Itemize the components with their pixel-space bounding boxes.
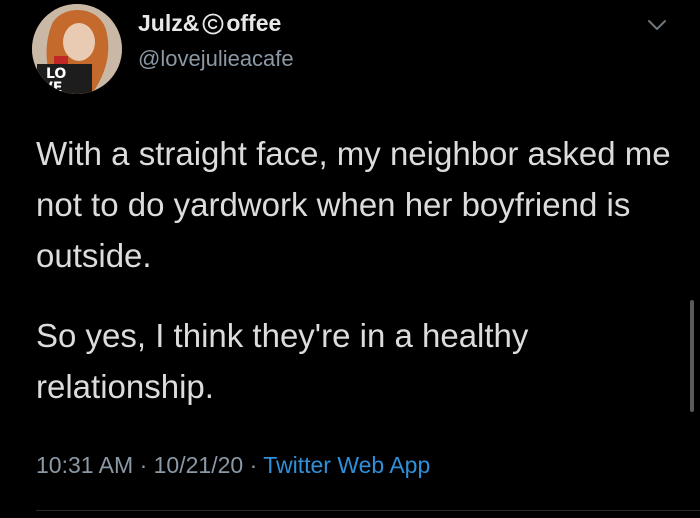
avatar[interactable]: LO VE	[32, 4, 122, 94]
author-handle[interactable]: @lovejulieacafe	[138, 46, 294, 72]
chevron-down-icon[interactable]	[644, 12, 670, 38]
tweet-card: LO VE Julz& offee @lovejulieacafe With a…	[0, 0, 700, 518]
tweet-metadata: 10:31 AM · 10/21/20 · Twitter Web App	[36, 452, 430, 479]
tweet-time[interactable]: 10:31 AM	[36, 452, 133, 478]
svg-text:VE: VE	[42, 80, 62, 94]
tweet-text-paragraph-2: So yes, I think they're in a healthy rel…	[36, 317, 529, 405]
scrollbar[interactable]	[690, 300, 694, 412]
copyright-icon	[202, 13, 224, 34]
meta-separator: ·	[249, 452, 258, 478]
source-app-link[interactable]: Twitter Web App	[263, 452, 430, 478]
meta-separator: ·	[139, 452, 148, 478]
divider	[36, 510, 700, 511]
tweet-date[interactable]: 10/21/20	[154, 452, 244, 478]
avatar-image: LO VE	[32, 4, 122, 94]
tweet-text-paragraph-1: With a straight face, my neighbor asked …	[36, 135, 671, 274]
author-name-suffix: offee	[226, 10, 282, 36]
author-name[interactable]: Julz& offee	[138, 10, 281, 37]
author-name-prefix: Julz&	[138, 10, 200, 36]
